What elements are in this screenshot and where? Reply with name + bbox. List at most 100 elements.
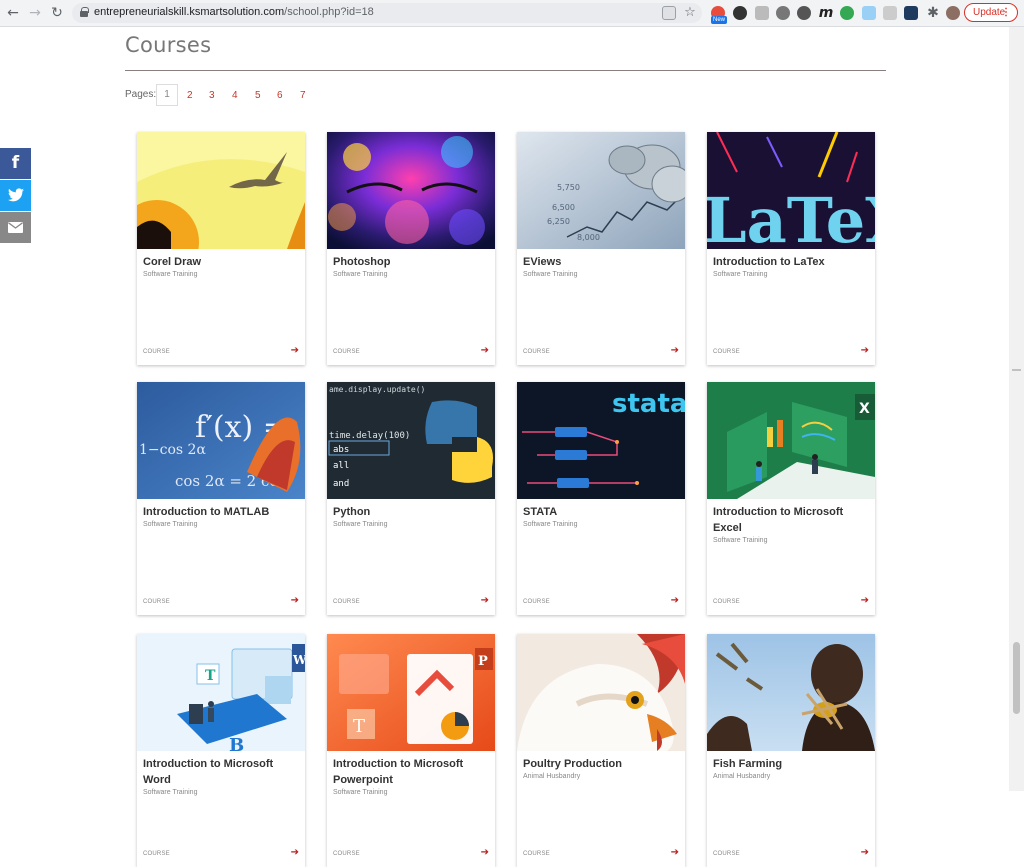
svg-text:T: T bbox=[353, 716, 365, 737]
extension-icon[interactable] bbox=[883, 6, 897, 20]
url-path: /school.php?id=18 bbox=[284, 6, 374, 18]
course-card[interactable]: X Introduction to Microsoft Excel Softwa… bbox=[707, 382, 875, 615]
pagination-link[interactable]: 2 bbox=[187, 90, 193, 101]
arrow-right-icon[interactable]: ➔ bbox=[671, 595, 679, 606]
course-card[interactable]: Photoshop Software Training COURSE ➔ bbox=[327, 132, 495, 365]
course-type: COURSE bbox=[333, 851, 360, 857]
course-title[interactable]: Corel Draw bbox=[143, 254, 299, 270]
course-title[interactable]: Photoshop bbox=[333, 254, 489, 270]
url-host: entrepreneurialskill.ksmartsolution.com bbox=[94, 6, 285, 18]
recycle-icon[interactable] bbox=[776, 6, 790, 20]
course-type: COURSE bbox=[523, 599, 550, 605]
forward-arrow-icon[interactable]: → bbox=[26, 4, 44, 22]
course-card[interactable]: stata STATA Software Training COURSE ➔ bbox=[517, 382, 685, 615]
extension-icon[interactable] bbox=[904, 6, 918, 20]
course-title[interactable]: Introduction to MATLAB bbox=[143, 504, 299, 520]
course-type: COURSE bbox=[713, 349, 740, 355]
reload-icon[interactable]: ↻ bbox=[48, 4, 66, 22]
browser-toolbar: ← → ↻ entrepreneurialskill.ksmartsolutio… bbox=[0, 0, 1024, 27]
email-share-button[interactable] bbox=[0, 212, 31, 243]
arrow-right-icon[interactable]: ➔ bbox=[861, 345, 869, 356]
course-category: Software Training bbox=[333, 271, 388, 278]
course-card[interactable]: ame.display.update() time.delay(100) abs… bbox=[327, 382, 495, 615]
page-title: Courses bbox=[125, 33, 212, 57]
course-type: COURSE bbox=[523, 851, 550, 857]
course-type: COURSE bbox=[143, 599, 170, 605]
arrow-right-icon[interactable]: ➔ bbox=[481, 345, 489, 356]
pagination-link[interactable]: 5 bbox=[255, 90, 261, 101]
arrow-right-icon[interactable]: ➔ bbox=[861, 847, 869, 858]
course-category: Software Training bbox=[523, 521, 578, 528]
page-scrollbar[interactable] bbox=[1009, 27, 1024, 791]
svg-text:and: and bbox=[333, 479, 349, 489]
svg-text:B: B bbox=[229, 735, 244, 751]
extension-icon[interactable] bbox=[797, 6, 811, 20]
course-type: COURSE bbox=[713, 599, 740, 605]
course-title[interactable]: Python bbox=[333, 504, 489, 520]
svg-text:stata: stata bbox=[612, 389, 685, 419]
course-image: X bbox=[707, 382, 875, 499]
course-card[interactable]: 5,750 6,500 6,250 8,000 EViews Software … bbox=[517, 132, 685, 365]
scrollbar-marker bbox=[1012, 369, 1021, 371]
course-image bbox=[137, 132, 305, 249]
new-badge: New bbox=[711, 16, 728, 24]
translate-icon[interactable] bbox=[662, 6, 676, 20]
m-extension-icon[interactable]: m bbox=[817, 4, 835, 22]
course-title[interactable]: Introduction to Microsoft Excel bbox=[713, 504, 869, 536]
course-card[interactable]: W T B Introduction to Microsoft Word Sof… bbox=[137, 634, 305, 867]
twitter-share-button[interactable] bbox=[0, 180, 31, 211]
scrollbar-thumb[interactable] bbox=[1013, 642, 1020, 714]
course-card[interactable]: Fish Farming Animal Husbandry COURSE ➔ bbox=[707, 634, 875, 867]
course-card[interactable]: Poultry Production Animal Husbandry COUR… bbox=[517, 634, 685, 867]
course-category: Software Training bbox=[143, 789, 198, 796]
course-title[interactable]: Introduction to LaTex bbox=[713, 254, 869, 270]
title-divider bbox=[125, 70, 886, 71]
course-card[interactable]: f′(x) = 1−cos 2α cos 2α = 2 cos Introduc… bbox=[137, 382, 305, 615]
course-card[interactable]: P T Introduction to Microsoft Powerpoint… bbox=[327, 634, 495, 867]
course-card[interactable]: LaTeX Introduction to LaTex Software Tra… bbox=[707, 132, 875, 365]
arrow-right-icon[interactable]: ➔ bbox=[291, 595, 299, 606]
svg-text:time.delay(100): time.delay(100) bbox=[329, 431, 410, 441]
extension-icon[interactable] bbox=[733, 6, 747, 20]
course-title[interactable]: Poultry Production bbox=[523, 756, 679, 772]
course-category: Animal Husbandry bbox=[523, 773, 581, 780]
facebook-share-button[interactable]: f bbox=[0, 148, 31, 179]
course-type: COURSE bbox=[333, 349, 360, 355]
arrow-right-icon[interactable]: ➔ bbox=[481, 847, 489, 858]
pagination-link[interactable]: 6 bbox=[277, 90, 283, 101]
back-arrow-icon[interactable]: ← bbox=[4, 4, 22, 22]
arrow-right-icon[interactable]: ➔ bbox=[291, 847, 299, 858]
extension-icon[interactable] bbox=[755, 6, 769, 20]
course-type: COURSE bbox=[523, 349, 550, 355]
pagination-link[interactable]: 4 bbox=[232, 90, 238, 101]
arrow-right-icon[interactable]: ➔ bbox=[481, 595, 489, 606]
facebook-icon: f bbox=[11, 153, 20, 173]
avatar[interactable] bbox=[946, 6, 960, 20]
pagination-link[interactable]: 7 bbox=[300, 90, 306, 101]
svg-text:1−cos 2α: 1−cos 2α bbox=[139, 442, 206, 458]
svg-text:abs: abs bbox=[333, 445, 349, 455]
course-title[interactable]: EViews bbox=[523, 254, 679, 270]
course-category: Software Training bbox=[333, 521, 388, 528]
course-title[interactable]: Introduction to Microsoft Word bbox=[143, 756, 299, 788]
extension-icon[interactable] bbox=[862, 6, 876, 20]
pagination-link[interactable]: 3 bbox=[209, 90, 215, 101]
star-icon[interactable]: ☆ bbox=[681, 4, 699, 22]
envelope-icon bbox=[8, 222, 23, 233]
arrow-right-icon[interactable]: ➔ bbox=[671, 847, 679, 858]
arrow-right-icon[interactable]: ➔ bbox=[861, 595, 869, 606]
extension-icon[interactable] bbox=[840, 6, 854, 20]
course-card[interactable]: Corel Draw Software Training COURSE ➔ bbox=[137, 132, 305, 365]
twitter-icon bbox=[7, 188, 24, 202]
arrow-right-icon[interactable]: ➔ bbox=[671, 345, 679, 356]
arrow-right-icon[interactable]: ➔ bbox=[291, 345, 299, 356]
update-button[interactable]: Update ⋮ bbox=[964, 3, 1018, 22]
svg-text:6,500: 6,500 bbox=[552, 203, 575, 212]
course-title[interactable]: STATA bbox=[523, 504, 679, 520]
course-title[interactable]: Fish Farming bbox=[713, 756, 869, 772]
address-bar[interactable]: entrepreneurialskill.ksmartsolution.com/… bbox=[72, 3, 702, 23]
svg-text:LaTeX: LaTeX bbox=[707, 184, 875, 249]
course-type: COURSE bbox=[143, 349, 170, 355]
course-title[interactable]: Introduction to Microsoft Powerpoint bbox=[333, 756, 489, 788]
puzzle-icon[interactable]: ✱ bbox=[924, 4, 942, 22]
